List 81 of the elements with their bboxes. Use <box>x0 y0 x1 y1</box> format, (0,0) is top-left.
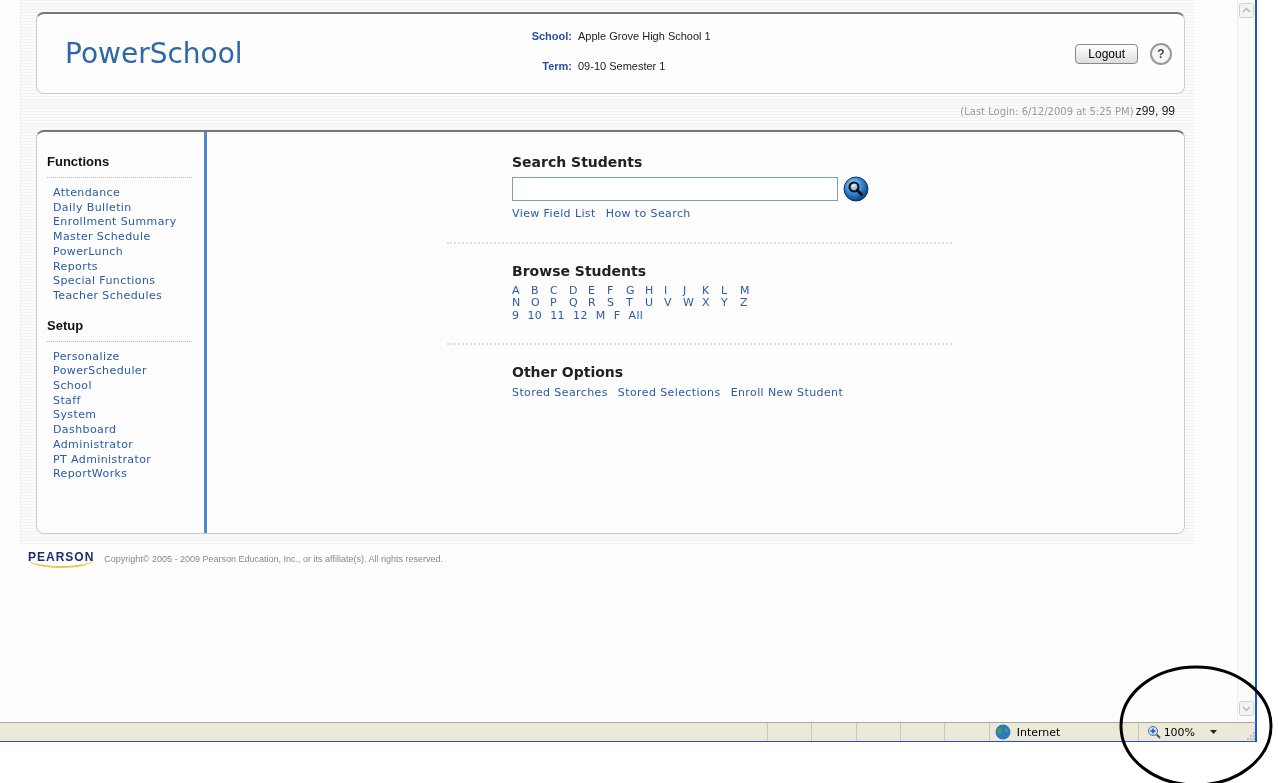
browse-link[interactable]: A <box>512 284 523 297</box>
browse-link[interactable]: F <box>607 284 618 297</box>
section-heading: Other Options <box>512 363 625 380</box>
search-link[interactable]: View Field List <box>512 207 596 222</box>
browse-link[interactable]: S <box>607 296 618 309</box>
browse-link[interactable]: D <box>569 284 580 297</box>
browse-link[interactable]: Z <box>740 296 751 309</box>
zoom-icon <box>1146 725 1161 739</box>
browse-link[interactable]: M <box>740 284 751 297</box>
browse-link[interactable]: K <box>702 284 713 297</box>
browse-link[interactable]: H <box>645 284 656 297</box>
browse-link[interactable]: E <box>588 284 599 297</box>
browse-link[interactable]: P <box>550 296 561 309</box>
browse-link[interactable]: 11 <box>550 308 566 323</box>
browse-link[interactable]: L <box>721 284 732 297</box>
search-field[interactable] <box>512 177 838 201</box>
search-icon[interactable] <box>843 176 869 202</box>
search-link[interactable]: How to Search <box>605 207 691 222</box>
last-login: (Last Login: 6/12/2009 at 5:25 PM) <box>960 106 1134 117</box>
browse-link[interactable]: T <box>626 296 637 309</box>
browse-link[interactable]: Y <box>721 296 732 309</box>
logout-button[interactable]: Logout <box>1075 43 1138 64</box>
browse-link[interactable]: X <box>702 296 713 309</box>
browse-link[interactable]: Q <box>569 296 580 309</box>
browse-link[interactable]: R <box>588 296 599 309</box>
sidebar-link[interactable]: Personalize <box>53 349 204 365</box>
sidebar-link[interactable]: Dashboard <box>53 423 204 438</box>
logo: PowerSchool <box>65 37 244 70</box>
sidebar-link[interactable]: System <box>53 408 204 424</box>
option-link[interactable]: Stored Searches <box>512 385 608 401</box>
section-heading: Search Students <box>512 154 644 170</box>
sidebar-link[interactable]: School <box>53 379 204 394</box>
browse-link[interactable]: N <box>512 296 523 309</box>
caret-icon <box>1210 730 1218 734</box>
resize-grip-icon <box>1245 730 1256 740</box>
sidebar-heading: Functions <box>47 154 192 178</box>
browse-link[interactable]: U <box>645 296 656 309</box>
browse-link[interactable]: V <box>664 296 675 309</box>
term-name: 09-10 Semester 1 <box>578 59 666 72</box>
sidebar-link[interactable]: Daily Bulletin <box>53 200 204 216</box>
option-link[interactable]: Stored Selections <box>617 385 721 401</box>
sidebar-link[interactable]: Enrollment Summary <box>53 215 204 231</box>
sidebar-link[interactable]: Master Schedule <box>53 230 204 245</box>
sidebar-link[interactable]: Attendance <box>53 186 204 201</box>
browse-link[interactable]: I <box>664 284 675 297</box>
sidebar-link[interactable]: Administrator <box>53 437 204 453</box>
sidebar-link[interactable]: PowerLunch <box>53 244 204 260</box>
scroll-up-icon[interactable] <box>1239 3 1254 18</box>
pearson-logo: PEARSON <box>28 550 95 568</box>
school-name: Apple Grove High School 1 <box>578 29 711 42</box>
help-button[interactable]: ? <box>1150 42 1172 65</box>
zoom-control[interactable]: 100% <box>1138 723 1246 741</box>
zone-label: Internet <box>1016 725 1061 739</box>
browse-link[interactable]: O <box>531 296 542 309</box>
browse-link[interactable]: 10 <box>527 308 543 323</box>
section-heading: Browse Students <box>512 262 648 279</box>
sidebar-link[interactable]: Reports <box>53 259 204 275</box>
browse-link[interactable]: C <box>550 284 561 297</box>
user-name: z99, 99 <box>1135 104 1175 118</box>
browse-link[interactable]: F <box>613 308 621 323</box>
browse-link[interactable]: G <box>626 284 637 297</box>
school-label: School: <box>530 29 572 42</box>
sidebar-link[interactable]: Teacher Schedules <box>53 288 204 304</box>
sidebar-link[interactable]: PowerScheduler <box>53 364 204 380</box>
sidebar-link[interactable]: Staff <box>53 393 204 409</box>
scroll-down-icon[interactable] <box>1239 701 1254 716</box>
sidebar-heading: Setup <box>47 317 192 342</box>
copyright-text: Copyright© 2005 - 2009 Pearson Education, Inc., or its affiliate(s). All rights reserved. <box>104 554 443 564</box>
browse-link[interactable]: W <box>683 296 694 309</box>
term-label: Term: <box>541 59 572 72</box>
browse-link[interactable]: B <box>531 284 542 297</box>
option-link[interactable]: Enroll New Student <box>730 385 844 401</box>
browse-link[interactable]: M <box>595 308 606 323</box>
browse-link[interactable]: 9 <box>512 308 520 323</box>
sidebar-link[interactable]: PT Administrator <box>53 452 204 468</box>
browse-link[interactable]: 12 <box>573 308 588 323</box>
browse-link[interactable]: J <box>683 284 694 297</box>
sidebar-link[interactable]: Special Functions <box>53 274 204 289</box>
globe-icon <box>994 724 1011 740</box>
sidebar-link[interactable]: ReportWorks <box>53 467 204 482</box>
browse-link[interactable]: All <box>628 308 644 323</box>
